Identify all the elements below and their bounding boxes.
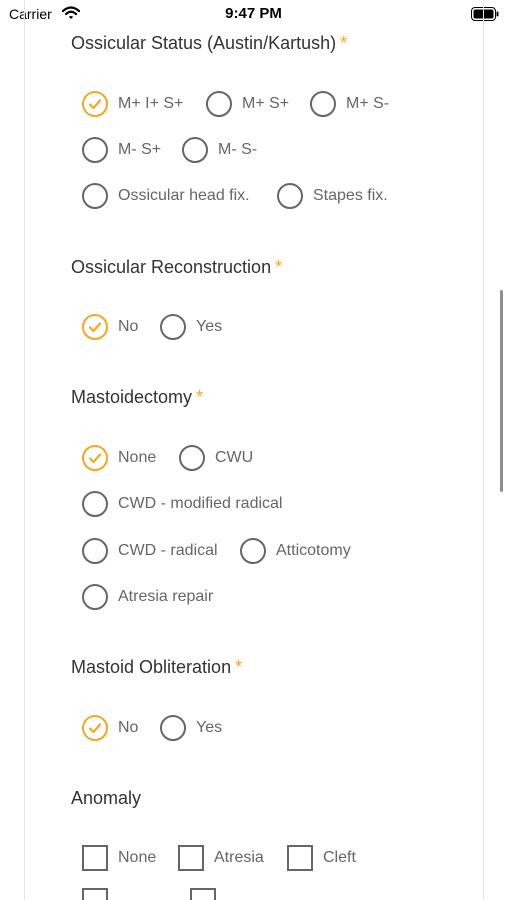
radio-label: Ossicular head fix. bbox=[118, 187, 250, 204]
radio-checked[interactable] bbox=[82, 715, 108, 741]
checkmark-icon bbox=[88, 723, 102, 734]
checkmark-icon bbox=[88, 322, 102, 333]
radio-label: M+ I+ S+ bbox=[118, 95, 184, 112]
radio-unchecked[interactable] bbox=[82, 183, 108, 209]
radio-option-atticotomy[interactable]: Atticotomy bbox=[240, 536, 351, 566]
checkbox[interactable] bbox=[178, 845, 204, 871]
radio-unchecked[interactable] bbox=[160, 715, 186, 741]
checkbox[interactable] bbox=[190, 888, 216, 900]
radio-option-cwd-modified-radical[interactable]: CWD - modified radical bbox=[82, 489, 282, 519]
card-border-right bbox=[483, 0, 484, 900]
radio-option-ossicular-head-fix[interactable]: Ossicular head fix. bbox=[82, 181, 250, 211]
radio-option-cwd-radical[interactable]: CWD - radical bbox=[82, 536, 218, 566]
checkbox-label: Atresia bbox=[214, 849, 264, 866]
radio-unchecked[interactable] bbox=[160, 314, 186, 340]
radio-unchecked[interactable] bbox=[82, 491, 108, 517]
radio-option-atresia-repair[interactable]: Atresia repair bbox=[82, 582, 213, 612]
radio-unchecked[interactable] bbox=[82, 137, 108, 163]
section-title-text: Anomaly bbox=[71, 788, 142, 808]
checkbox[interactable] bbox=[287, 845, 313, 871]
radio-unchecked[interactable] bbox=[240, 538, 266, 564]
section-title-text: Ossicular Reconstruction bbox=[71, 257, 272, 277]
radio-label: CWD - radical bbox=[118, 542, 218, 559]
radio-label: No bbox=[118, 719, 139, 736]
radio-label: CWD - modified radical bbox=[118, 495, 283, 512]
radio-option-reconstruction-no[interactable]: No bbox=[82, 312, 138, 342]
radio-unchecked[interactable] bbox=[206, 91, 232, 117]
radio-label: M- S+ bbox=[118, 141, 162, 158]
checkbox-option-none[interactable]: None bbox=[82, 843, 156, 873]
checkbox-option-cleft[interactable]: Cleft bbox=[287, 843, 356, 873]
required-marker: * bbox=[275, 257, 283, 277]
scrollbar-thumb[interactable] bbox=[500, 290, 503, 492]
section-title-text: Mastoidectomy bbox=[71, 387, 193, 407]
radio-option-m-minus-s-plus[interactable]: M- S+ bbox=[82, 135, 161, 165]
section-title-text: Ossicular Status (Austin/Kartush) bbox=[71, 33, 337, 53]
required-marker: * bbox=[340, 33, 348, 53]
status-bar: Carrier 9:47 PM bbox=[0, 0, 507, 28]
radio-label: M- S- bbox=[218, 141, 258, 158]
radio-checked[interactable] bbox=[82, 314, 108, 340]
clock-time: 9:47 PM bbox=[225, 5, 282, 22]
checkbox-label: Cleft bbox=[323, 849, 356, 866]
radio-option-mastoidectomy-none[interactable]: None bbox=[82, 443, 156, 473]
radio-label: Atresia repair bbox=[118, 588, 214, 605]
radio-label: Yes bbox=[196, 318, 223, 335]
radio-label: Yes bbox=[196, 719, 223, 736]
radio-label: Atticotomy bbox=[276, 542, 351, 559]
radio-unchecked[interactable] bbox=[277, 183, 303, 209]
radio-label: M+ S+ bbox=[242, 95, 290, 112]
radio-option-stapes-fix[interactable]: Stapes fix. bbox=[277, 181, 388, 211]
section-title-anomaly: Anomaly bbox=[71, 788, 141, 809]
checkmark-icon bbox=[88, 453, 102, 464]
radio-option-m-s-plus[interactable]: M+ S+ bbox=[206, 89, 289, 119]
radio-option-m-plus-s-minus[interactable]: M+ S- bbox=[310, 89, 389, 119]
checkbox[interactable] bbox=[82, 888, 108, 900]
radio-label: No bbox=[118, 318, 139, 335]
checkbox[interactable] bbox=[82, 845, 108, 871]
radio-label: M+ S- bbox=[346, 95, 390, 112]
checkbox-partial-row bbox=[82, 888, 216, 900]
card-border-left bbox=[24, 0, 25, 900]
radio-checked[interactable] bbox=[82, 91, 108, 117]
radio-checked[interactable] bbox=[82, 445, 108, 471]
radio-option-reconstruction-yes[interactable]: Yes bbox=[160, 312, 222, 342]
battery-icon bbox=[471, 7, 499, 26]
required-marker: * bbox=[196, 387, 204, 407]
radio-unchecked[interactable] bbox=[179, 445, 205, 471]
radio-unchecked[interactable] bbox=[310, 91, 336, 117]
radio-option-m-minus-s-minus[interactable]: M- S- bbox=[182, 135, 257, 165]
section-title-mastoid-obliteration: Mastoid Obliteration * bbox=[71, 657, 242, 678]
radio-unchecked[interactable] bbox=[82, 584, 108, 610]
radio-unchecked[interactable] bbox=[82, 538, 108, 564]
radio-option-obliteration-yes[interactable]: Yes bbox=[160, 713, 222, 743]
checkbox-option-atresia[interactable]: Atresia bbox=[178, 843, 264, 873]
radio-label: None bbox=[118, 449, 157, 466]
required-marker: * bbox=[235, 657, 243, 677]
radio-label: Stapes fix. bbox=[313, 187, 388, 204]
radio-option-m-i-s-plus[interactable]: M+ I+ S+ bbox=[82, 89, 183, 119]
radio-label: CWU bbox=[215, 449, 254, 466]
radio-unchecked[interactable] bbox=[182, 137, 208, 163]
radio-option-obliteration-no[interactable]: No bbox=[82, 713, 138, 743]
section-title-text: Mastoid Obliteration bbox=[71, 657, 232, 677]
section-title-ossicular-status: Ossicular Status (Austin/Kartush) * bbox=[71, 33, 347, 54]
radio-option-mastoidectomy-cwu[interactable]: CWU bbox=[179, 443, 253, 473]
checkbox-label: None bbox=[118, 849, 157, 866]
section-title-ossicular-reconstruction: Ossicular Reconstruction * bbox=[71, 257, 282, 278]
section-title-mastoidectomy: Mastoidectomy * bbox=[71, 387, 203, 408]
checkmark-icon bbox=[88, 99, 102, 110]
